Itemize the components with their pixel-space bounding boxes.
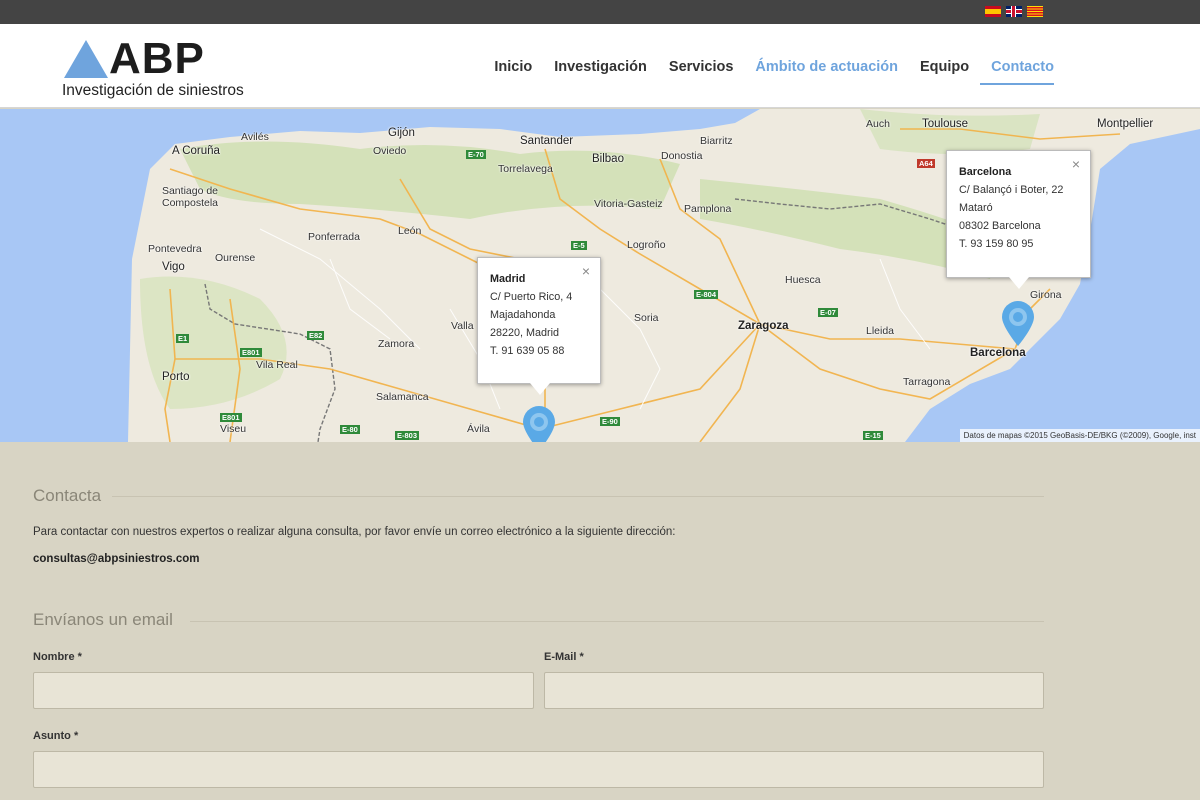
map-label: Pontevedra <box>148 243 202 255</box>
main-nav: Inicio Investigación Servicios Ámbito de… <box>472 59 1054 75</box>
road-shield: E1 <box>176 334 190 343</box>
section-divider <box>112 496 1044 497</box>
nav-item-contacto[interactable]: Contacto <box>991 59 1054 75</box>
site-logo[interactable]: ABP Investigación de siniestros <box>62 34 252 100</box>
contact-email[interactable]: consultas@abpsiniestros.com <box>33 553 200 565</box>
section-divider <box>190 621 1044 622</box>
popup-postcode: 28220, Madrid <box>490 327 560 339</box>
logo-triangle-icon <box>64 40 108 78</box>
popup-address: C/ Puerto Rico, 4 <box>490 291 573 303</box>
popup-city: Mataró <box>959 202 993 214</box>
road-shield: E-80 <box>340 425 360 434</box>
popup-postcode: 08302 Barcelona <box>959 220 1041 232</box>
map-label: Salamanca <box>376 391 429 403</box>
road-shield: E-70 <box>466 150 486 159</box>
popup-title: Madrid <box>490 273 526 285</box>
road-shield: E-804 <box>694 290 719 299</box>
spain-flag-icon[interactable] <box>985 6 1001 17</box>
map-label: Logroño <box>627 239 666 251</box>
road-shield: E-803 <box>395 431 420 440</box>
map-label: Avilés <box>241 131 269 143</box>
popup-phone: T. 93 159 80 95 <box>959 238 1034 250</box>
road-shield: E-90 <box>600 417 620 426</box>
top-bar <box>0 0 1200 24</box>
name-label: Nombre * <box>33 651 82 663</box>
site-header: ABP Investigación de siniestros Inicio I… <box>0 24 1200 108</box>
uk-flag-icon[interactable] <box>1006 6 1022 17</box>
email-field[interactable] <box>544 672 1044 709</box>
logo-text: ABP <box>109 34 205 83</box>
email-label: E-Mail * <box>544 651 584 663</box>
form-section-title: Envíanos un email <box>33 610 173 629</box>
road-shield: E-5 <box>571 241 587 250</box>
road-shield: E-07 <box>818 308 838 317</box>
catalonia-flag-icon[interactable] <box>1027 6 1043 17</box>
map-label: Santiago de Compostela <box>161 185 219 209</box>
map-label: Soria <box>634 312 659 324</box>
contact-section-title: Contacta <box>33 486 102 505</box>
map-label: Toulouse <box>922 118 969 130</box>
map-label: Oviedo <box>373 145 407 157</box>
nav-active-indicator <box>980 83 1054 85</box>
map-label: Santander <box>520 135 574 147</box>
nav-item-ambito[interactable]: Ámbito de actuación <box>755 59 898 75</box>
popup-address: C/ Balançó i Boter, 22 <box>959 184 1064 196</box>
popup-phone: T. 91 639 05 88 <box>490 345 565 357</box>
road-shield: A64 <box>917 159 935 168</box>
road-shield: E-15 <box>863 431 883 440</box>
map-label: Donostia <box>661 150 703 162</box>
nav-item-equipo[interactable]: Equipo <box>920 59 969 75</box>
map-label: Ávila <box>467 423 490 435</box>
map-label: Ourense <box>215 252 256 264</box>
map-label: Porto <box>162 371 190 383</box>
close-icon[interactable]: × <box>1072 155 1080 173</box>
map-attribution[interactable]: Datos de mapas ©2015 GeoBasis-DE/BKG (©2… <box>959 429 1200 442</box>
map-label: Bilbao <box>592 153 624 165</box>
map-label: Valla <box>451 320 474 332</box>
nav-item-servicios[interactable]: Servicios <box>669 59 734 75</box>
map-label: León <box>398 225 422 237</box>
map-label: Viseu <box>220 423 247 435</box>
road-shield: E801 <box>240 348 262 357</box>
popup-title: Barcelona <box>959 166 1012 178</box>
map-label: Vila Real <box>256 359 298 371</box>
map-label: Tarragona <box>903 376 951 388</box>
map-label: Ponferrada <box>308 231 360 243</box>
madrid-info-popup: × Madrid C/ Puerto Rico, 4 Majadahonda 2… <box>477 257 601 395</box>
road-shield: E82 <box>307 331 325 340</box>
nav-item-inicio[interactable]: Inicio <box>494 59 532 75</box>
map-label: Biarritz <box>700 135 733 147</box>
map-label: Zaragoza <box>738 320 789 332</box>
map-label: Vitoria-Gasteiz <box>594 198 663 210</box>
logo-subtitle: Investigación de siniestros <box>62 82 244 99</box>
map-label: Torrelavega <box>498 163 553 175</box>
nav-item-investigacion[interactable]: Investigación <box>554 59 647 75</box>
map-label: A Coruña <box>172 145 220 157</box>
map-label: Huesca <box>785 274 821 286</box>
subject-label: Asunto * <box>33 730 79 742</box>
name-field[interactable] <box>33 672 534 709</box>
close-icon[interactable]: × <box>582 262 590 280</box>
map-label: Zamora <box>378 338 415 350</box>
map-label: Vigo <box>162 261 185 273</box>
locations-map[interactable]: Avilés Gijón Oviedo A Coruña Santander T… <box>0 109 1200 442</box>
map-pin-icon[interactable] <box>521 404 557 442</box>
map-label: Pamplona <box>684 203 732 215</box>
map-pin-icon[interactable] <box>1000 299 1036 347</box>
contact-text: Para contactar con nuestros expertos o r… <box>33 526 676 538</box>
subject-field[interactable] <box>33 751 1044 788</box>
map-label: Lleida <box>866 325 895 337</box>
popup-city: Majadahonda <box>490 309 556 321</box>
map-label: Auch <box>866 118 890 130</box>
barcelona-info-popup: × Barcelona C/ Balançó i Boter, 22 Matar… <box>946 150 1091 289</box>
map-label: Barcelona <box>970 347 1026 359</box>
map-label: Montpellier <box>1097 118 1154 130</box>
road-shield: E801 <box>220 413 242 422</box>
map-label: Gijón <box>388 127 415 139</box>
